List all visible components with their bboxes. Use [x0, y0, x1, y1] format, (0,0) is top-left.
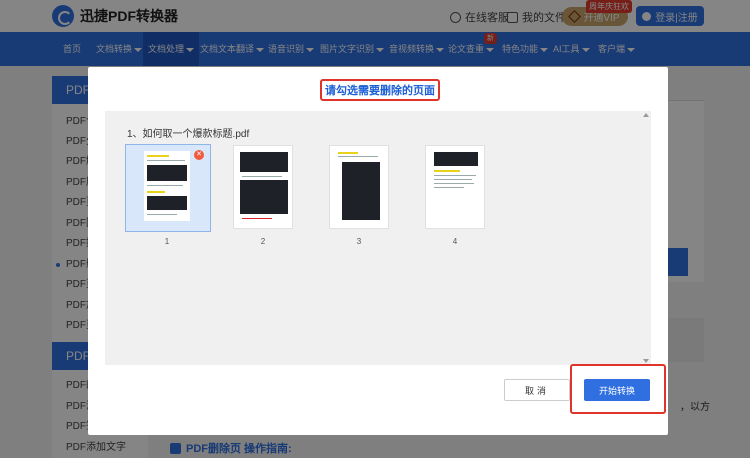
page-thumbnail-4[interactable]	[425, 145, 485, 229]
page-preview	[432, 150, 480, 226]
vertical-scrollbar[interactable]	[643, 113, 649, 363]
cancel-button[interactable]: 取消	[504, 379, 570, 401]
deselect-close-icon[interactable]: ✕	[194, 150, 204, 160]
dialog-title: 请勾选需要删除的页面	[320, 79, 440, 101]
scroll-down-icon[interactable]	[643, 359, 649, 363]
start-convert-button[interactable]: 开始转换	[584, 379, 650, 401]
delete-pages-dialog: 请勾选需要删除的页面 1、如何取一个爆款标题.pdf ✕ 1 2 3 4 取消 …	[88, 67, 668, 435]
page-select-area: 1、如何取一个爆款标题.pdf ✕ 1 2 3 4	[105, 111, 651, 365]
scroll-up-icon[interactable]	[643, 113, 649, 117]
file-name: 1、如何取一个爆款标题.pdf	[127, 129, 250, 140]
page-thumbnail-1[interactable]: ✕	[125, 144, 211, 232]
page-number: 4	[452, 237, 458, 246]
page-preview	[336, 150, 384, 226]
page-thumbnail-2[interactable]	[233, 145, 293, 229]
page-thumbnail-3[interactable]	[329, 145, 389, 229]
page-number: 2	[260, 237, 266, 246]
page-preview	[240, 150, 288, 226]
page-preview	[144, 151, 190, 221]
page-number: 1	[164, 237, 170, 246]
page-number: 3	[356, 237, 362, 246]
